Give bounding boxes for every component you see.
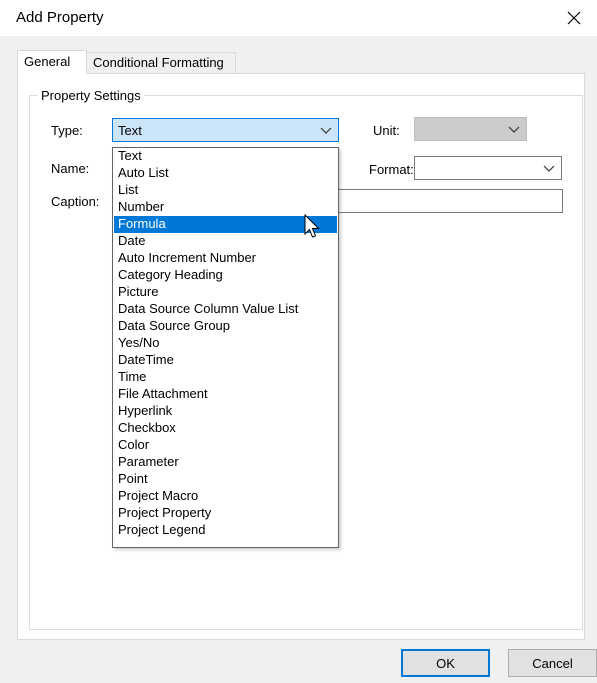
dropdown-option-category-heading[interactable]: Category Heading [114,267,337,284]
dropdown-option-parameter[interactable]: Parameter [114,454,337,471]
type-label: Type: [51,123,83,138]
dropdown-option-datetime[interactable]: DateTime [114,352,337,369]
tab-conditional-formatting-label: Conditional Formatting [93,55,224,70]
dropdown-option-color[interactable]: Color [114,437,337,454]
tab-general-label: General [24,54,71,69]
title-bar: Add Property [0,0,597,36]
tab-conditional-formatting[interactable]: Conditional Formatting [86,52,236,74]
dropdown-option-point[interactable]: Point [114,471,337,488]
format-label: Format: [369,162,414,177]
caption-label: Caption: [51,194,100,209]
format-select[interactable] [414,156,562,180]
chevron-down-icon [543,165,555,172]
dropdown-option-hyperlink[interactable]: Hyperlink [114,403,337,420]
name-label: Name: [51,161,90,176]
dropdown-option-text[interactable]: Text [114,148,337,165]
dropdown-option-file-attachment[interactable]: File Attachment [114,386,337,403]
close-icon [567,11,581,25]
ok-button[interactable]: OK [401,649,490,677]
tab-general[interactable]: General [17,50,87,74]
chevron-down-icon [320,127,332,134]
dropdown-option-picture[interactable]: Picture [114,284,337,301]
type-select-value: Text [118,123,142,138]
type-dropdown-list: Text Auto List List Number Formula Date … [112,147,339,548]
unit-select [414,117,527,141]
property-settings-legend: Property Settings [38,88,144,103]
dropdown-option-time[interactable]: Time [114,369,337,386]
ok-button-label: OK [436,655,455,671]
dropdown-option-yes-no[interactable]: Yes/No [114,335,337,352]
unit-label: Unit: [373,123,400,138]
dropdown-option-checkbox[interactable]: Checkbox [114,420,337,437]
dropdown-option-auto-increment-number[interactable]: Auto Increment Number [114,250,337,267]
dropdown-option-project-property[interactable]: Project Property [114,505,337,522]
cancel-button-label: Cancel [532,655,573,671]
dropdown-option-project-macro[interactable]: Project Macro [114,488,337,505]
type-select[interactable]: Text [112,118,339,142]
dropdown-option-auto-list[interactable]: Auto List [114,165,337,182]
chevron-down-icon [508,126,520,133]
close-button[interactable] [551,0,597,36]
dropdown-option-project-legend[interactable]: Project Legend [114,522,337,539]
cancel-button[interactable]: Cancel [508,649,597,677]
dropdown-option-data-source-group[interactable]: Data Source Group [114,318,337,335]
dropdown-option-data-source-column-value-list[interactable]: Data Source Column Value List [114,301,337,318]
mouse-pointer-icon [304,214,320,238]
window-title: Add Property [16,9,104,26]
dropdown-option-list[interactable]: List [114,182,337,199]
